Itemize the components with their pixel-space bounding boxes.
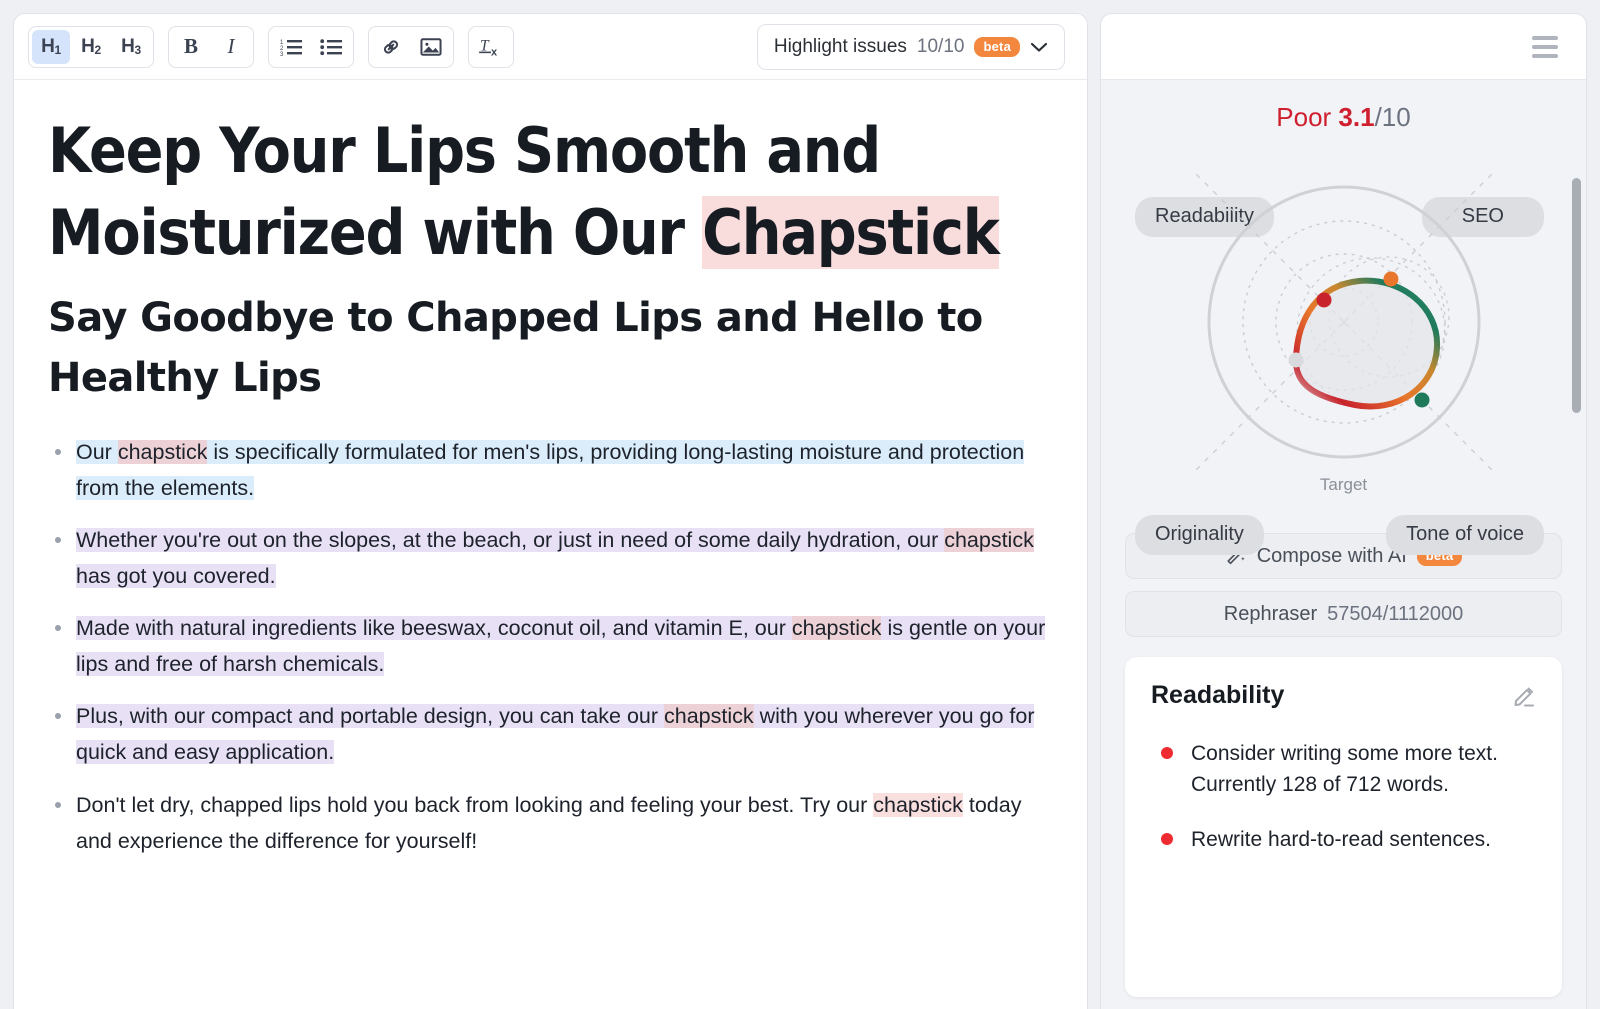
ordered-list-button[interactable]: 1 2 3 xyxy=(272,30,310,64)
highlight-issues-dropdown[interactable]: Highlight issues 10/10 beta xyxy=(756,23,1065,70)
readability-issue-item: Consider writing some more text. Current… xyxy=(1151,738,1536,800)
score-denominator: /10 xyxy=(1374,102,1411,132)
image-icon xyxy=(420,37,442,56)
bullet-list-icon xyxy=(320,38,342,55)
readability-card: Readability Consider writing some more t… xyxy=(1125,657,1562,997)
radar-axis-tone-of-voice[interactable]: Tone of voice xyxy=(1386,515,1544,555)
insert-group xyxy=(368,25,454,68)
insights-scrollbar-thumb[interactable] xyxy=(1572,178,1581,413)
bullet-list-button[interactable] xyxy=(312,30,350,64)
heading-2-button[interactable]: H2 xyxy=(72,30,110,64)
radar-target-label: Target xyxy=(1319,475,1368,494)
bold-button[interactable]: B xyxy=(172,30,210,64)
heading-3-sub: 3 xyxy=(134,42,142,57)
svg-text:3: 3 xyxy=(280,52,284,56)
readability-issue-item: Rewrite hard-to-read sentences. xyxy=(1151,824,1536,855)
radar-point-readability[interactable] xyxy=(1316,292,1331,308)
bullet-2-seg-1: Whether you're out on the slopes, at the… xyxy=(76,527,945,552)
svg-text:x: x xyxy=(491,46,498,58)
highlight-issues-label: Highlight issues xyxy=(773,35,907,57)
highlight-issues-count: 10/10 xyxy=(916,35,965,57)
bullet-1-seg-3: is specifically formulated for men's lip… xyxy=(76,439,1025,500)
document-bullet-list: Our chapstick is specifically formulated… xyxy=(48,434,1053,859)
bullet-5-seg-1: Don't let dry, chapped lips hold you bac… xyxy=(76,792,874,817)
bullet-1-word: chapstick xyxy=(117,439,208,464)
compose-with-ai-label: Compose with AI xyxy=(1256,544,1407,567)
list-item: Whether you're out on the slopes, at the… xyxy=(48,522,1053,594)
radar-axis-originality-label: Originality xyxy=(1155,523,1244,545)
clear-format-group: T x xyxy=(468,25,514,68)
bullet-5-word: chapstick xyxy=(873,792,963,817)
readability-issues-list: Consider writing some more text. Current… xyxy=(1151,738,1536,855)
link-icon xyxy=(383,39,399,54)
ordered-list-icon: 1 2 3 xyxy=(280,39,302,56)
clear-format-icon: T x xyxy=(479,37,498,58)
pencil-edit-icon[interactable] xyxy=(1512,684,1536,708)
bullet-1-seg-1: Our xyxy=(76,439,118,464)
highlight-issues-beta-badge: beta xyxy=(974,36,1020,57)
score-verdict: Poor xyxy=(1276,102,1332,132)
list-item: Plus, with our compact and portable desi… xyxy=(48,698,1053,770)
readability-card-header: Readability xyxy=(1151,681,1536,710)
page-title: Keep Your Lips Smooth and Moisturized wi… xyxy=(48,110,1053,274)
editor-toolbar: H1 H2 H3 B I 1 2 3 T x Highlight issues … xyxy=(14,14,1087,80)
radar-point-tone-of-voice[interactable] xyxy=(1414,392,1429,408)
bullet-3-word: chapstick xyxy=(791,616,882,641)
heading-1-label: H xyxy=(41,35,55,57)
text-style-group: B I xyxy=(168,25,254,68)
clear-format-button[interactable]: T x xyxy=(472,30,510,64)
hamburger-line xyxy=(1532,35,1558,40)
insights-panel-body: Poor 3.1/10 Readability SEO Originality … xyxy=(1101,102,1586,1009)
page-title-highlighted-word: Chapstick xyxy=(702,195,1000,269)
insights-panel: Poor 3.1/10 Readability SEO Originality … xyxy=(1100,13,1587,1009)
radar-chart: Readability SEO Originality Tone of voic… xyxy=(1125,137,1562,555)
heading-3-label: H xyxy=(121,35,135,57)
hamburger-line xyxy=(1532,53,1558,58)
heading-1-button[interactable]: H1 xyxy=(32,29,70,64)
app-root: H1 H2 H3 B I 1 2 3 T x Highlight issues … xyxy=(0,0,1600,1009)
heading-2-label: H xyxy=(81,35,95,57)
list-item: Our chapstick is specifically formulated… xyxy=(48,434,1053,506)
bullet-4-word: chapstick xyxy=(664,704,754,729)
heading-1-sub: 1 xyxy=(54,42,62,57)
document-body[interactable]: Keep Your Lips Smooth and Moisturized wi… xyxy=(14,80,1087,1009)
score-value: 3.1 xyxy=(1338,102,1375,132)
hamburger-menu-icon[interactable] xyxy=(1526,30,1564,64)
image-button[interactable] xyxy=(412,30,450,64)
list-group: 1 2 3 xyxy=(268,25,354,68)
radar-axis-originality[interactable]: Originality xyxy=(1135,515,1264,555)
heading-2-sub: 2 xyxy=(94,42,102,57)
hamburger-line xyxy=(1532,44,1558,49)
link-button[interactable] xyxy=(372,30,410,64)
bullet-2-word: chapstick xyxy=(944,527,1034,552)
list-item: Don't let dry, chapped lips hold you bac… xyxy=(48,787,1053,859)
radar-point-seo[interactable] xyxy=(1383,271,1398,287)
document-subheading: Say Goodbye to Chapped Lips and Hello to… xyxy=(48,294,983,401)
rephraser-label: Rephraser xyxy=(1223,602,1318,625)
heading-3-button[interactable]: H3 xyxy=(112,30,150,64)
radar-axis-tone-label: Tone of voice xyxy=(1406,523,1524,545)
radar-chart-svg xyxy=(1193,171,1494,473)
chevron-down-icon xyxy=(1030,42,1048,52)
bullet-3-seg-1: Made with natural ingredients like beesw… xyxy=(76,616,792,641)
readability-card-title: Readability xyxy=(1151,681,1285,709)
heading-button-group: H1 H2 H3 xyxy=(28,25,154,68)
italic-button[interactable]: I xyxy=(212,30,250,64)
content-score: Poor 3.1/10 xyxy=(1125,102,1562,133)
rephraser-count: 57504/1112000 xyxy=(1327,602,1464,625)
bullet-2-seg-3: has got you covered. xyxy=(76,563,276,588)
insights-panel-header xyxy=(1101,14,1586,80)
list-item: Made with natural ingredients like beesw… xyxy=(48,610,1053,682)
bullet-4-seg-1: Plus, with our compact and portable desi… xyxy=(76,704,665,729)
radar-point-originality[interactable] xyxy=(1288,352,1303,368)
editor-panel: H1 H2 H3 B I 1 2 3 T x Highlight issues … xyxy=(13,13,1088,1009)
rephraser-button[interactable]: Rephraser 57504/1112000 xyxy=(1125,591,1562,637)
